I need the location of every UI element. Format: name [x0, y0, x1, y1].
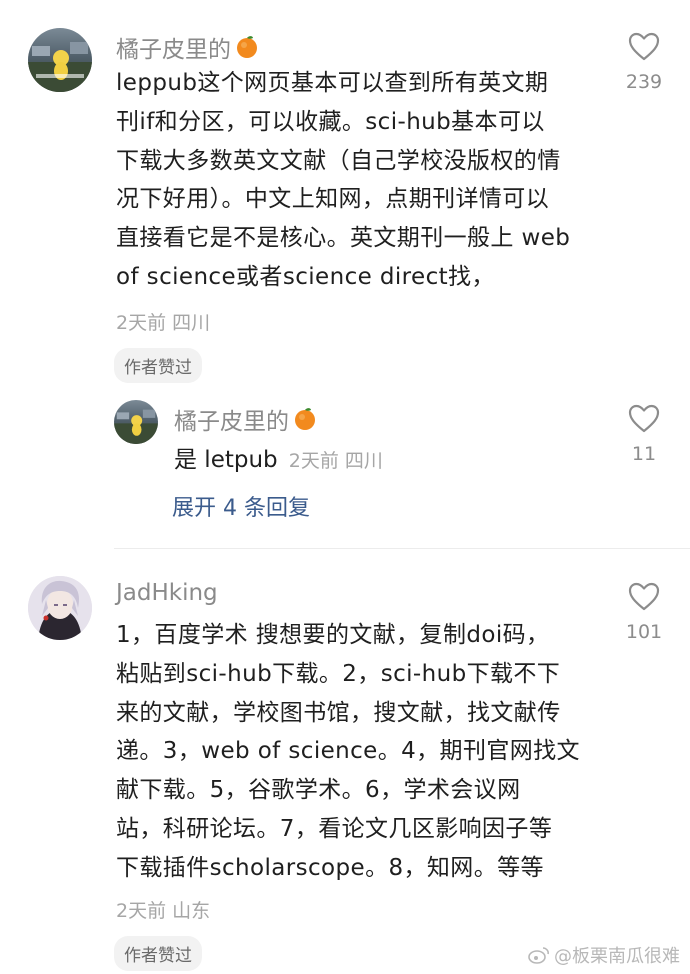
- heart-icon: [628, 32, 660, 61]
- comment-body: 1，百度学术 搜想要的文献，复制doi码， 粘贴到sci-hub下载。2，sci…: [116, 616, 580, 888]
- comment-body: leppub这个网页基本可以查到所有英文期 刊if和分区，可以收藏。sci-hu…: [116, 64, 570, 297]
- comment-line: 粘贴到sci-hub下载。2，sci-hub下载不下: [116, 660, 561, 687]
- like-count: 11: [631, 443, 657, 465]
- username-text: JadHking: [116, 580, 218, 606]
- like-count: 239: [625, 71, 663, 93]
- like-control[interactable]: 239: [614, 32, 674, 93]
- orange-emoji-icon: [235, 35, 259, 59]
- comment-line: 来的文献，学校图书馆，搜文献，找文献传: [116, 699, 561, 726]
- comment-line: 况下好用）。中文上知网，点期刊详情可以: [116, 186, 550, 213]
- avatar[interactable]: [28, 28, 92, 92]
- comment-line: 直接看它是不是核心。英文期刊一般上 web: [116, 225, 571, 252]
- comment-line: 下载大多数英文文献（自己学校没版权的情: [116, 147, 561, 174]
- avatar-image-icon: [114, 409, 158, 444]
- comment-line: 站，科研论坛。7，看论文几区影响因子等: [116, 815, 553, 842]
- username-text: 橘子皮里的: [174, 409, 289, 435]
- like-control[interactable]: 101: [614, 582, 674, 643]
- author-liked-badge: 作者赞过: [114, 936, 202, 971]
- comment-line: leppub这个网页基本可以查到所有英文期: [116, 70, 549, 96]
- avatar-anime-icon: [28, 576, 92, 640]
- weibo-logo-icon: [528, 947, 549, 964]
- reply-text: 是 letpub: [174, 447, 278, 473]
- reply-like-control[interactable]: 11: [614, 404, 674, 465]
- avatar-image-icon: [28, 42, 92, 92]
- comment-line: of science或者science direct找，: [116, 263, 495, 290]
- expand-replies-link[interactable]: 展开 4 条回复: [172, 490, 310, 522]
- reply-username[interactable]: 橘子皮里的: [174, 402, 317, 436]
- watermark-text: @板栗南瓜很难: [554, 946, 680, 967]
- reply-body: 是 letpub 2天前 四川: [174, 440, 383, 474]
- watermark: @板栗南瓜很难: [528, 942, 680, 968]
- reply-meta: 2天前 四川: [288, 450, 383, 472]
- avatar[interactable]: [28, 576, 92, 640]
- comment-line: 刊if和分区，可以收藏。sci-hub基本可以: [116, 108, 545, 135]
- comment-2: JadHking 101 1，百度学术 搜想要的文献，复制doi码， 粘贴到sc…: [0, 560, 690, 974]
- heart-icon: [628, 582, 660, 611]
- comment-line: 下载插件scholarscope。8，知网。等等: [116, 854, 544, 881]
- comment-line: 献下载。5，谷歌学术。6，学术会议网: [116, 777, 521, 804]
- reply-avatar[interactable]: [114, 400, 158, 444]
- heart-icon: [628, 404, 660, 433]
- orange-emoji-icon: [293, 407, 317, 431]
- comment-1: 橘子皮里的 239 leppub这个网页基本可以查到所有英文期 刊if和分区，可…: [0, 0, 690, 560]
- comment-meta: 2天前 山东: [116, 900, 211, 922]
- username-text: 橘子皮里的: [116, 37, 231, 63]
- like-count: 101: [625, 621, 663, 643]
- comment-line: 递。3，web of science。4，期刊官网找文: [116, 738, 580, 765]
- comment-line: 1，百度学术 搜想要的文献，复制doi码，: [116, 622, 550, 648]
- username[interactable]: JadHking: [116, 580, 218, 606]
- comment-meta: 2天前 四川: [116, 312, 211, 334]
- username[interactable]: 橘子皮里的: [116, 30, 259, 64]
- divider: [114, 548, 690, 549]
- author-liked-badge: 作者赞过: [114, 348, 202, 383]
